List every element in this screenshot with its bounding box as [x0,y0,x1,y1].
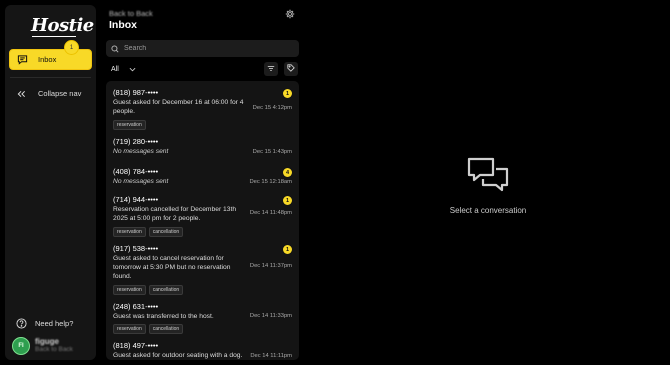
conversation-timestamp: Dec 14 11:37pm [249,263,292,269]
conversation-preview: Guest asked to cancel reservation for to… [113,255,231,280]
app-logo[interactable]: Hostie [31,15,94,36]
conversation-phone: (818) 987-•••• [113,88,159,97]
message-square-icon [17,54,28,65]
conversation-preview: Guest was transferred to the host. [113,313,214,320]
conversation-timestamp: Dec 15 1:43pm [252,149,292,155]
need-help-button[interactable]: Need help? [16,318,73,329]
conversation-preview: No messages sent [113,178,169,185]
conversation-item[interactable]: (408) 784-•••• 4 No messages sent Dec 15… [106,167,299,191]
nav-inbox-label: Inbox [38,55,57,64]
filter-button[interactable] [264,62,278,76]
conversation-preview: Guest asked for outdoor seating with a d… [113,352,243,359]
conversation-list: (818) 987-•••• 1 Guest asked for Decembe… [106,81,299,360]
chevrons-left-icon [17,90,26,98]
tag-badge: cancellation [148,227,184,237]
user-org: Back to Back [35,346,73,353]
user-info: figuge Back to Back [35,338,73,354]
page-title: Inbox [109,19,137,31]
chevron-down-icon [129,67,136,72]
tag-badge: cancellation [148,285,184,295]
logo-underline [32,36,76,37]
conversation-phone: (719) 280-•••• [113,137,159,146]
nav-inbox-button[interactable]: Inbox [9,49,92,70]
search-bar [106,40,299,57]
unread-count-badge: 1 [283,196,292,205]
conversation-phone: (917) 538-•••• [113,244,159,253]
conversation-phone: (818) 497-•••• [113,341,159,350]
help-circle-icon [16,318,27,329]
conversation-item[interactable]: (714) 944-•••• 1 Reservation cancelled f… [106,195,299,237]
search-input[interactable] [124,45,284,52]
conversation-phone: (714) 944-•••• [113,195,159,204]
filter-selected-value: All [111,66,119,73]
conversation-item[interactable]: (818) 987-•••• 1 Guest asked for Decembe… [106,88,299,133]
collapse-nav-button[interactable]: Collapse nav [17,89,81,98]
sidebar: Hostie Inbox 1 Collapse nav Need help? F… [5,5,96,360]
need-help-label: Need help? [35,319,74,328]
conversation-item[interactable]: (719) 280-•••• No messages sent Dec 15 1… [106,137,299,161]
conversation-preview: Reservation cancelled for December 13th … [113,206,237,222]
user-name: figuge [35,337,59,346]
tag-badge: reservation [113,285,146,295]
gear-icon [285,9,295,21]
avatar: FI [12,337,30,355]
sidebar-divider [10,77,91,78]
unread-count-badge: 1 [283,89,292,98]
filter-lines-icon [267,65,275,74]
conversation-timestamp: Dec 14 11:48pm [249,210,292,216]
tag-badge: cancellation [148,324,184,334]
conversation-timestamp: Dec 14 11:33pm [249,313,292,319]
tag-badge: reservation [113,120,146,130]
conversation-item[interactable]: (818) 497-•••• Guest asked for outdoor s… [106,341,299,360]
workspace-name: Back to Back [109,9,153,18]
empty-state-label: Select a conversation [449,206,527,215]
inbox-unread-badge: 1 [64,40,79,55]
unread-count-badge: 4 [283,168,292,177]
chat-bubbles-icon [446,156,530,198]
user-profile[interactable]: FI figuge Back to Back [12,337,73,355]
conversation-item[interactable]: (917) 538-•••• 1 Guest asked to cancel r… [106,244,299,295]
conversation-timestamp: Dec 14 11:11pm [250,353,292,359]
conversation-filter-dropdown[interactable]: All [111,66,136,73]
conversation-phone: (408) 784-•••• [113,167,159,176]
conversation-item[interactable]: (248) 631-•••• Guest was transferred to … [106,302,299,334]
settings-button[interactable] [285,9,295,21]
conversation-timestamp: Dec 15 12:18am [249,179,292,185]
conversation-preview: Guest asked for December 16 at 06:00 for… [113,99,244,115]
tag-badge: reservation [113,227,146,237]
conversation-timestamp: Dec 15 4:12pm [252,105,292,111]
unread-count-badge: 1 [283,245,292,254]
tag-badge: reservation [113,324,146,334]
tag-icon [287,64,295,74]
empty-conversation-state: Select a conversation [446,156,530,215]
collapse-nav-label: Collapse nav [38,89,82,98]
conversation-phone: (248) 631-•••• [113,302,159,311]
conversation-preview: No messages sent [113,148,169,155]
search-icon [111,44,119,53]
tag-filter-button[interactable] [284,62,298,76]
